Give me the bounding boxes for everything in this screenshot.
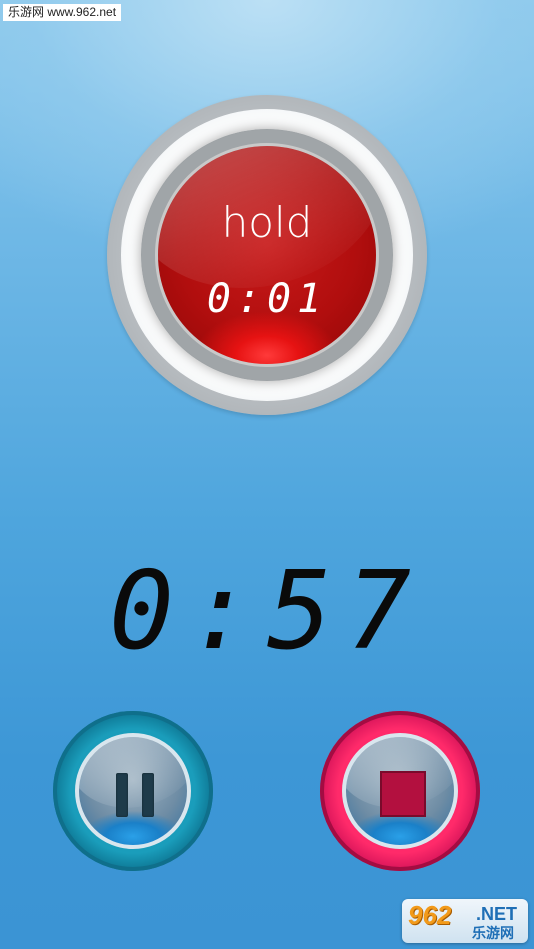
- pause-bar-left: [116, 773, 128, 817]
- stop-button-face[interactable]: [342, 733, 458, 849]
- countdown-display: 0:57: [108, 549, 426, 674]
- stop-button[interactable]: [320, 711, 480, 871]
- hold-timer: 0:01: [206, 276, 328, 322]
- watermark-logo-cn: 乐游网: [472, 925, 514, 941]
- pause-button-face[interactable]: [75, 733, 191, 849]
- stop-icon: [380, 771, 426, 817]
- watermark-logo-number: 962: [408, 900, 452, 930]
- pause-bar-right: [142, 773, 154, 817]
- hold-label: hold: [221, 198, 313, 247]
- pause-button[interactable]: [53, 711, 213, 871]
- watermark-top: 乐游网 www.962.net: [3, 4, 122, 21]
- watermark-logo-domain: .NET: [476, 904, 518, 924]
- pause-button-gloss: [79, 737, 187, 820]
- watermark-logo: 962 .NET 乐游网: [402, 899, 528, 943]
- hold-button-face[interactable]: hold 0:01: [155, 143, 379, 367]
- hold-button[interactable]: hold 0:01: [107, 95, 427, 415]
